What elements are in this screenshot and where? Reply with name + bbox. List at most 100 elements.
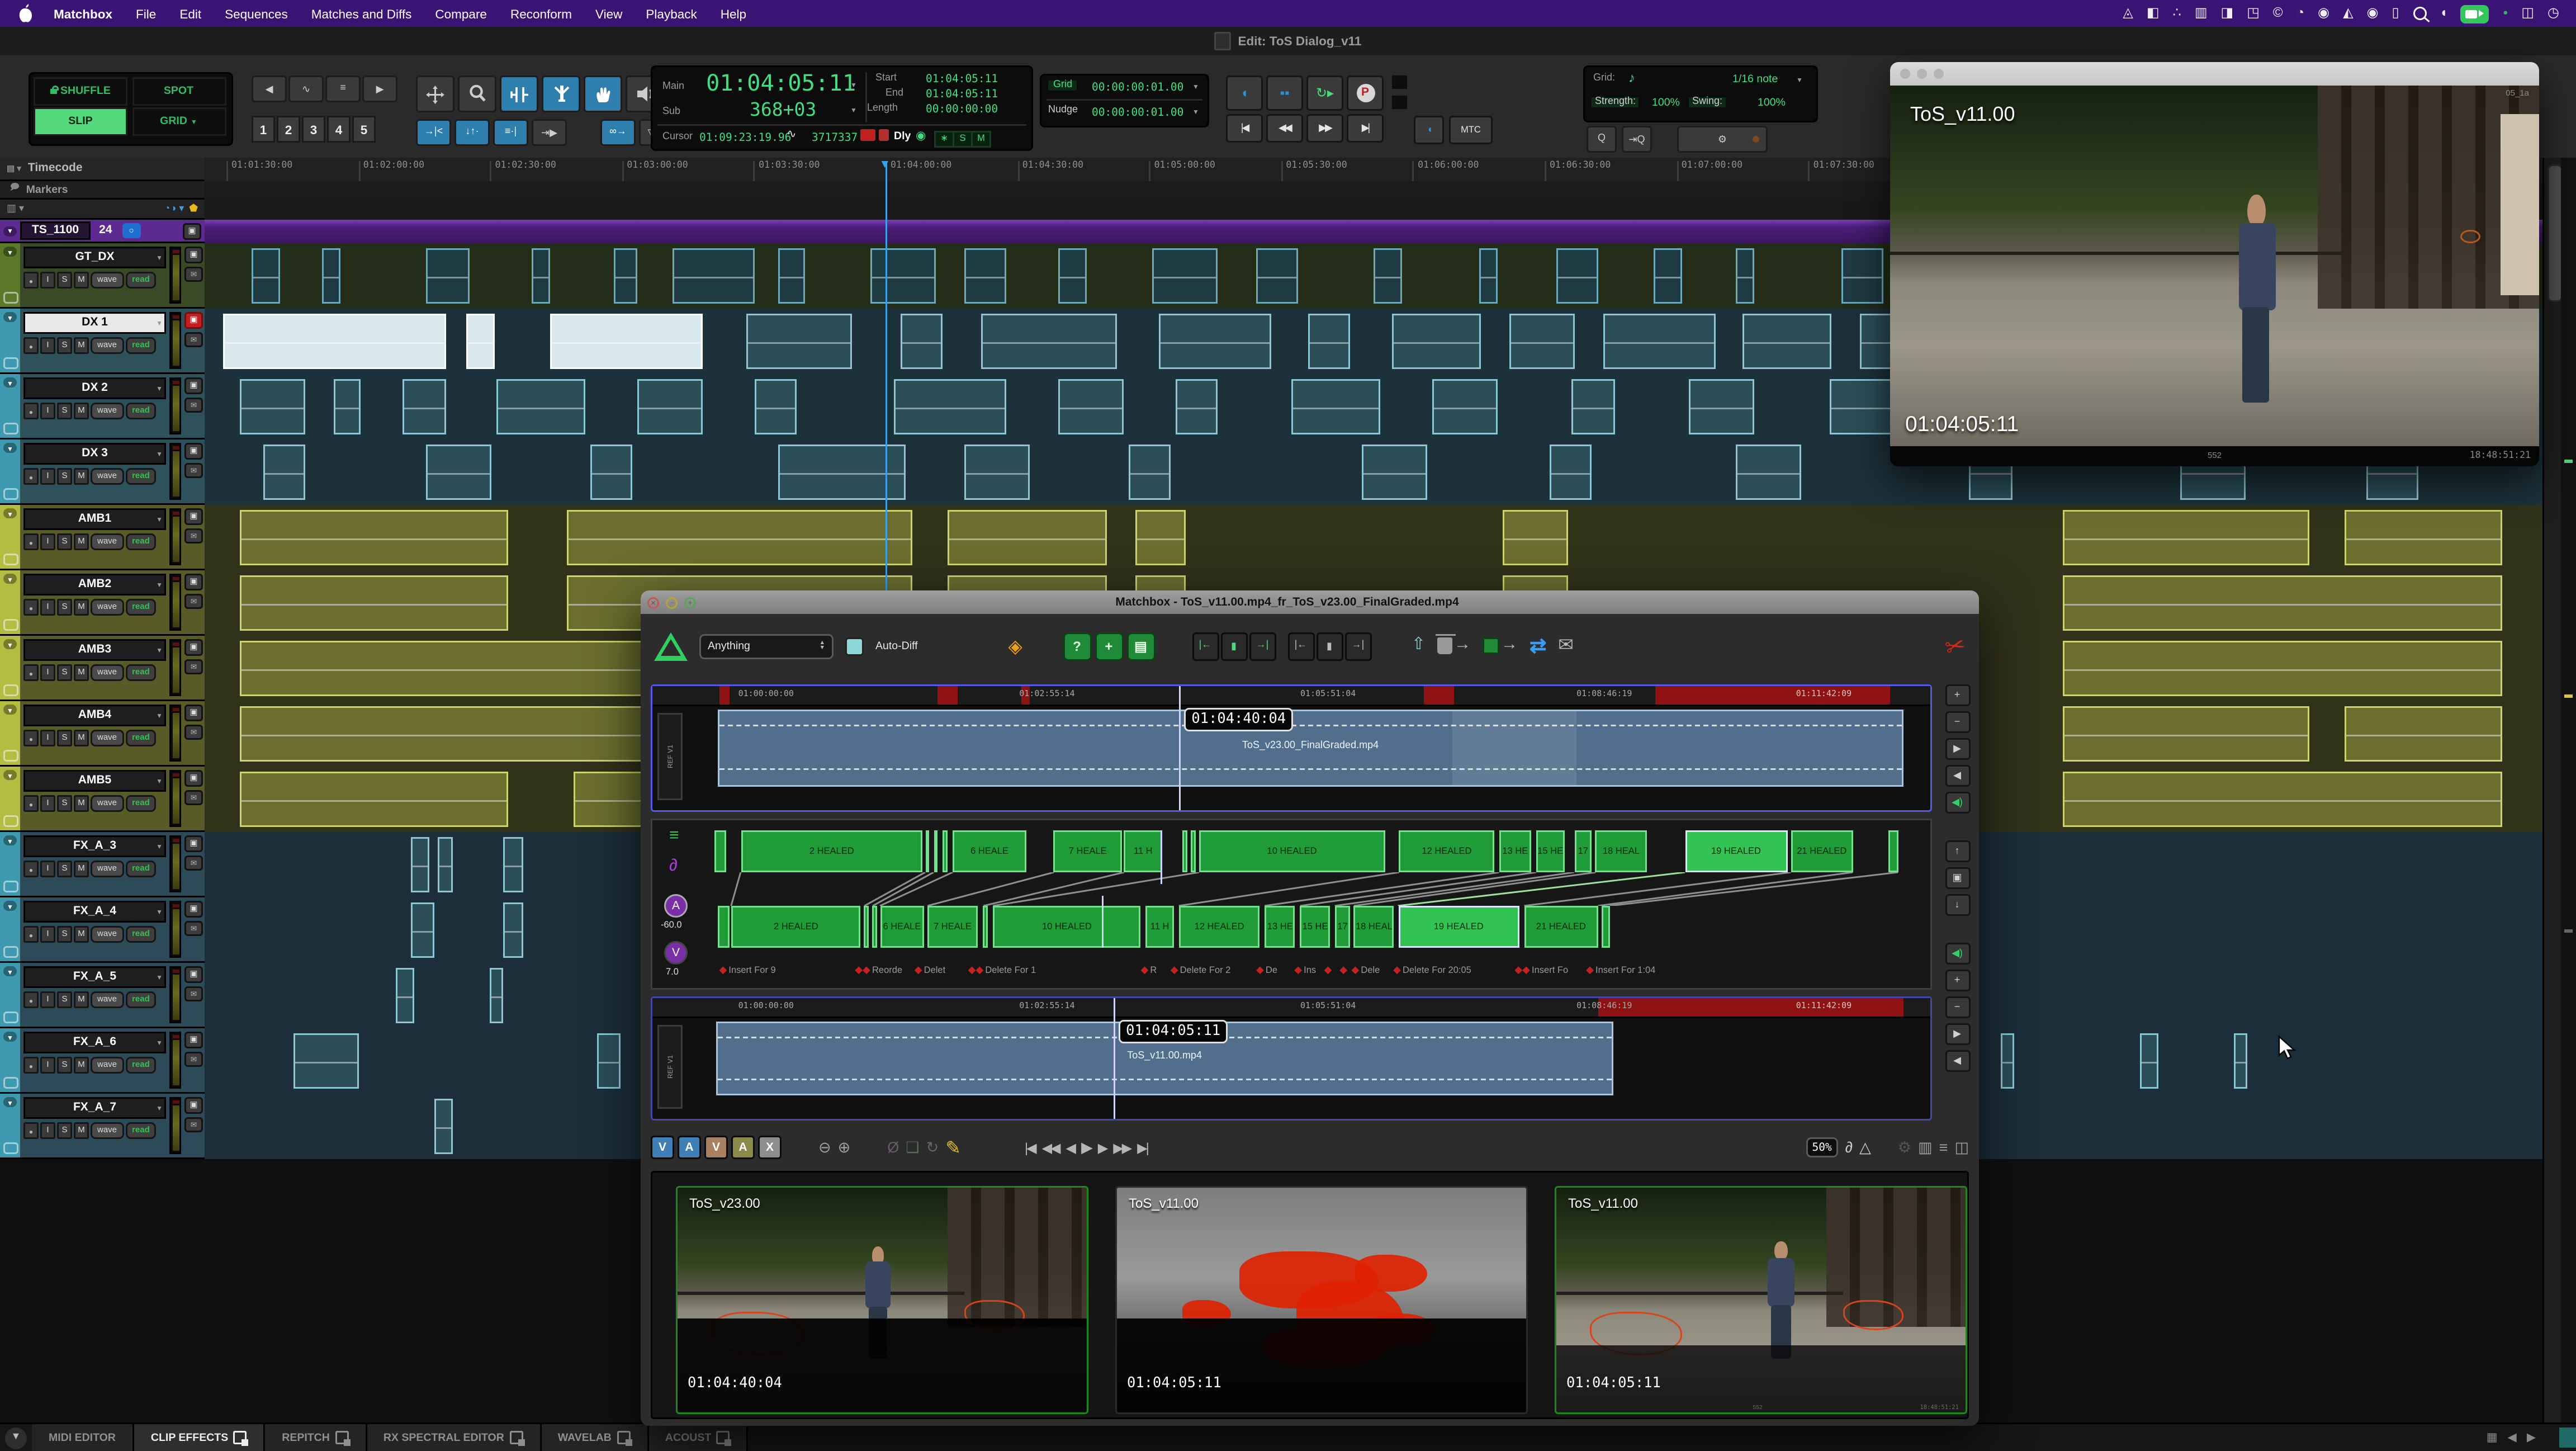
read-automation-button[interactable]: read <box>125 468 157 485</box>
audio-clip[interactable] <box>427 248 468 304</box>
audio-clip[interactable] <box>964 248 1006 304</box>
audio-clip[interactable] <box>2063 510 2309 565</box>
track-name[interactable]: AMB3▼ <box>23 639 166 661</box>
s-button[interactable]: S <box>57 730 72 746</box>
audio-clip[interactable] <box>1432 379 1498 434</box>
track-name-dropdown[interactable]: ▼ <box>156 777 163 785</box>
track-collapse-icon[interactable]: ▼ <box>3 226 17 236</box>
fast-forward-button[interactable]: ▶▶ <box>1306 114 1343 143</box>
comments-icon[interactable]: ✉ <box>184 725 203 740</box>
audio-clip[interactable] <box>1736 248 1754 304</box>
healed-segment[interactable]: 15 HE <box>1536 830 1565 872</box>
matchbox-ruler[interactable]: 01:00:00:0001:02:55:1401:05:51:0401:08:4… <box>652 998 1930 1018</box>
playlist-window-icon[interactable]: ▣ <box>184 901 203 918</box>
current-match-button[interactable]: ▮ <box>1220 632 1247 660</box>
audio-clip[interactable] <box>240 575 509 631</box>
timecode-ruler-header[interactable]: ▤ ▾ Timecode <box>0 158 205 181</box>
bottom-tab-clip-effects[interactable]: CLIP EFFECTS <box>134 1424 265 1451</box>
page-left-icon[interactable]: ◀ <box>2508 1431 2517 1444</box>
flag-icon[interactable]: ⬟ <box>189 203 198 215</box>
swing-value[interactable]: 100% <box>1758 97 1786 109</box>
track-name-dropdown[interactable]: ▼ <box>156 580 163 589</box>
audio-clip[interactable] <box>1654 248 1682 304</box>
edit-marker[interactable]: ◆Insert For 1:04 <box>1586 965 1655 976</box>
read-automation-button[interactable]: read <box>125 926 157 943</box>
playlist-window-icon[interactable]: ▣ <box>184 770 203 787</box>
zoom-in-target-button[interactable]: + <box>1945 970 1970 991</box>
next-match-button[interactable]: →| <box>1249 632 1276 660</box>
match-panel[interactable]: ≡∂A-60.0V7.02 HEALED6 HEALE7 HEALE11 H10… <box>651 819 1932 990</box>
track-collapse-icon[interactable]: ▼ <box>3 705 17 715</box>
grid-label[interactable]: Grid <box>1048 81 1077 91</box>
note-icon[interactable]: ♪ <box>1628 70 1635 86</box>
grid-note-dropdown[interactable]: ▼ <box>1796 75 1803 84</box>
mode-grid-button[interactable]: GRID▼ <box>132 107 226 136</box>
group-sync-icon[interactable]: ○ <box>122 223 140 238</box>
matchbox-titlebar[interactable]: × − + Matchbox - ToS_v11.00.mp4_fr_ToS_v… <box>641 590 1979 614</box>
record-enable-button[interactable]: ● <box>23 533 39 550</box>
loop-play-button[interactable]: ↻▸ <box>1306 75 1343 110</box>
read-automation-button[interactable]: read <box>125 730 157 746</box>
m-button[interactable]: M <box>74 926 89 943</box>
clip-indicator-icon[interactable] <box>879 129 889 141</box>
healed-segment[interactable]: 12 HEALED <box>1179 906 1260 948</box>
healed-segment[interactable] <box>718 906 728 948</box>
menu-item-playback[interactable]: Playback <box>634 6 708 21</box>
camera-button[interactable]: ▣ <box>1945 867 1970 889</box>
track-header-FX_A_5[interactable]: ▼FX_A_5▼●ISMwaveread▣✉ <box>0 963 205 1028</box>
settings-button[interactable]: ⚙ <box>1677 126 1768 153</box>
audio-clip[interactable] <box>1572 379 1614 434</box>
push-down-button[interactable]: ↓ <box>1945 894 1970 916</box>
track-header-DX-2[interactable]: ▼DX 2▼●ISMwaveread▣✉ <box>0 374 205 439</box>
i-button[interactable]: I <box>40 337 55 354</box>
wave-view-button[interactable]: wave <box>91 599 124 616</box>
layout-icon[interactable]: ◫ <box>1954 1140 1969 1155</box>
close-icon[interactable] <box>1900 69 1910 79</box>
record-enable-button[interactable]: ● <box>23 1122 39 1139</box>
audio-clip[interactable] <box>1392 314 1481 369</box>
scissors-icon[interactable]: ✂ <box>1943 630 1969 662</box>
m-button[interactable]: M <box>74 861 89 877</box>
rev-target-button[interactable]: ◀ <box>1945 1050 1970 1072</box>
audio-clip[interactable] <box>2344 706 2503 762</box>
s-button[interactable]: S <box>57 599 72 616</box>
audio-clip[interactable] <box>490 968 504 1023</box>
list-icon[interactable]: ≡ <box>1939 1140 1948 1155</box>
healed-segment[interactable]: 13 HE <box>1499 830 1531 872</box>
list-match-button[interactable]: ▤ <box>1126 632 1155 660</box>
link-selection-button[interactable]: ↓↑· <box>454 119 490 146</box>
playhead-cursor-icon[interactable]: ▼ <box>879 159 891 171</box>
close-icon[interactable]: × <box>647 597 659 608</box>
go-last-button[interactable]: ▶| <box>1137 1140 1148 1155</box>
sync-icon[interactable]: ◔◑ ▾ <box>164 203 184 215</box>
track-name[interactable]: DX 3▼ <box>23 443 166 465</box>
healed-segment[interactable]: 13 HE <box>1265 906 1295 948</box>
audio-clip[interactable] <box>333 379 361 434</box>
filmstrip-icon[interactable]: ▥ <box>1918 1140 1933 1155</box>
track-collapse-icon[interactable]: ▼ <box>3 312 17 322</box>
rewind-button[interactable]: ◀◀ <box>1266 114 1303 143</box>
edit-marker[interactable]: ◆R <box>1141 965 1157 976</box>
audio-clip[interactable] <box>504 902 522 958</box>
audio-clip[interactable] <box>1135 510 1186 565</box>
timebase-icon[interactable]: ◉ <box>916 129 926 143</box>
audio-ref-button[interactable]: ◀) <box>1945 792 1970 814</box>
playlist-window-icon[interactable]: ▣ <box>184 966 203 983</box>
audio-clip[interactable] <box>434 1099 452 1154</box>
healed-segment[interactable] <box>1602 906 1610 948</box>
partial-icon[interactable]: ∂ <box>1845 1140 1853 1155</box>
stop-button[interactable]: ▪▪ <box>1266 75 1303 110</box>
healed-segment[interactable]: 11 H <box>1124 830 1162 872</box>
zoom-out-icon[interactable]: ⊖ <box>818 1140 831 1155</box>
match-thumbnail-1[interactable]: ToS_v11.0001:04:05:11 <box>1115 1186 1528 1414</box>
playlist-window-icon[interactable]: ▣ <box>184 574 203 590</box>
pen-badge-icon[interactable]: ◬ <box>2123 7 2133 20</box>
i-button[interactable]: I <box>40 533 55 550</box>
mode-spot-button[interactable]: SPOT <box>132 77 226 106</box>
menu-app[interactable]: Matchbox <box>34 6 124 21</box>
layer-button-v2[interactable]: V <box>704 1136 728 1159</box>
tab-transient-button[interactable]: →|< <box>416 119 451 146</box>
s-button[interactable]: S <box>57 991 72 1008</box>
window-split-icon[interactable]: ◧ <box>2147 7 2160 20</box>
edit-marker[interactable]: ◆ <box>1324 965 1332 976</box>
